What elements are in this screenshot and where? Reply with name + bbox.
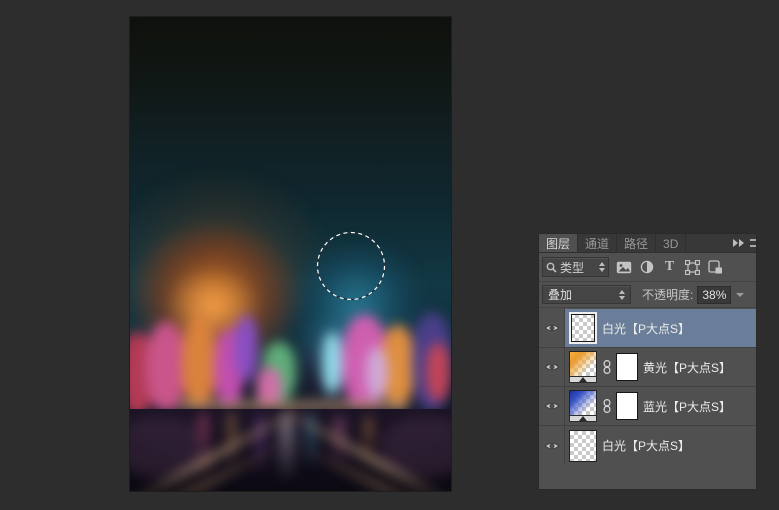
visibility-toggle[interactable]: [539, 426, 565, 465]
layer-name: 白光【P大点S】: [602, 321, 691, 336]
eye-icon: [544, 402, 559, 410]
mask-link-toggle[interactable]: [602, 360, 611, 374]
layer-thumbnail[interactable]: [569, 351, 597, 383]
eye-icon: [544, 363, 559, 371]
collapse-panels-button[interactable]: [729, 234, 748, 252]
opacity-label: 不透明度:: [642, 288, 694, 302]
type-layer-icon: T: [664, 259, 675, 274]
eye-icon: [544, 442, 559, 449]
panel-tabbar: 图层 通道 路径 3D: [539, 234, 756, 253]
layer-thumbnail[interactable]: [569, 312, 597, 344]
dropdown-arrows-icon: [599, 262, 605, 272]
tab-paths[interactable]: 路径: [617, 234, 657, 252]
shape-layer-icon: [685, 259, 700, 275]
tab-3d[interactable]: 3D: [656, 234, 687, 252]
filter-pixel-layers-button[interactable]: [615, 259, 632, 276]
blend-mode-value: 叠加: [548, 288, 573, 302]
layer-list: 白光【P大点S】 黄光【P大点S】 蓝光【P大点S】 白光【P大点S】: [539, 309, 756, 489]
filter-adjustment-layers-button[interactable]: [638, 259, 655, 276]
layer-row-yellow-light[interactable]: 黄光【P大点S】: [539, 348, 756, 387]
chevron-right-icon: [739, 239, 744, 247]
visibility-toggle[interactable]: [539, 348, 565, 386]
tab-paths-label: 路径: [624, 237, 649, 251]
search-icon: [546, 262, 557, 273]
layer-name: 黄光【P大点S】: [643, 360, 732, 375]
layer-row-blue-light[interactable]: 蓝光【P大点S】: [539, 387, 756, 426]
layer-thumbnail[interactable]: [569, 429, 597, 462]
tabbar-spacer: [686, 234, 729, 252]
filter-smart-objects-button[interactable]: [707, 259, 724, 276]
tab-channels[interactable]: 通道: [578, 234, 618, 252]
smart-object-icon: [708, 260, 722, 274]
pixel-layer-icon: [616, 261, 631, 273]
filter-type-layers-button[interactable]: T: [661, 259, 678, 276]
blend-row: 叠加 不透明度: 38%: [539, 282, 756, 308]
tab-layers[interactable]: 图层: [539, 234, 579, 252]
chevron-right-icon: [733, 239, 738, 247]
tab-channels-label: 通道: [585, 237, 610, 251]
panel-menu-icon[interactable]: [750, 239, 756, 247]
filter-shape-layers-button[interactable]: [684, 259, 701, 276]
adjustment-layer-icon: [640, 260, 653, 274]
layer-mask-thumbnail[interactable]: [616, 392, 638, 420]
layer-name: 白光【P大点S】: [602, 439, 691, 453]
layer-mask-thumbnail[interactable]: [616, 353, 638, 381]
layer-row-white-light-bottom[interactable]: 白光【P大点S】: [539, 426, 756, 465]
blend-mode-select[interactable]: 叠加: [542, 285, 631, 304]
layer-filter-row: 类型 T: [539, 253, 756, 282]
layer-row-white-light-top[interactable]: 白光【P大点S】: [539, 309, 756, 348]
layer-thumbnail[interactable]: [569, 390, 597, 422]
layer-filter-kind-select[interactable]: 类型: [542, 257, 609, 277]
visibility-toggle[interactable]: [539, 309, 565, 347]
tab-3d-label: 3D: [663, 237, 679, 251]
gradient-bar-icon: [569, 415, 597, 422]
opacity-dropdown-arrow[interactable]: [736, 292, 745, 297]
tab-layers-label: 图层: [546, 237, 571, 251]
selection-marquee[interactable]: [130, 17, 451, 491]
opacity-value: 38%: [702, 287, 727, 302]
chain-link-icon: [603, 399, 610, 413]
layer-name: 蓝光【P大点S】: [643, 399, 732, 414]
dropdown-arrows-icon: [619, 289, 625, 300]
mask-link-toggle[interactable]: [602, 399, 611, 413]
document-canvas[interactable]: [130, 17, 451, 491]
gradient-bar-icon: [569, 376, 597, 383]
chain-link-icon: [603, 360, 610, 374]
visibility-toggle[interactable]: [539, 387, 565, 425]
layers-panel: 图层 通道 路径 3D 类型 T 叠加 不透明度: 38% 白光【P大点S】 黄…: [538, 233, 757, 490]
opacity-value-field[interactable]: 38%: [697, 285, 732, 304]
filter-kind-label: 类型: [560, 260, 585, 275]
eye-icon: [544, 324, 559, 332]
